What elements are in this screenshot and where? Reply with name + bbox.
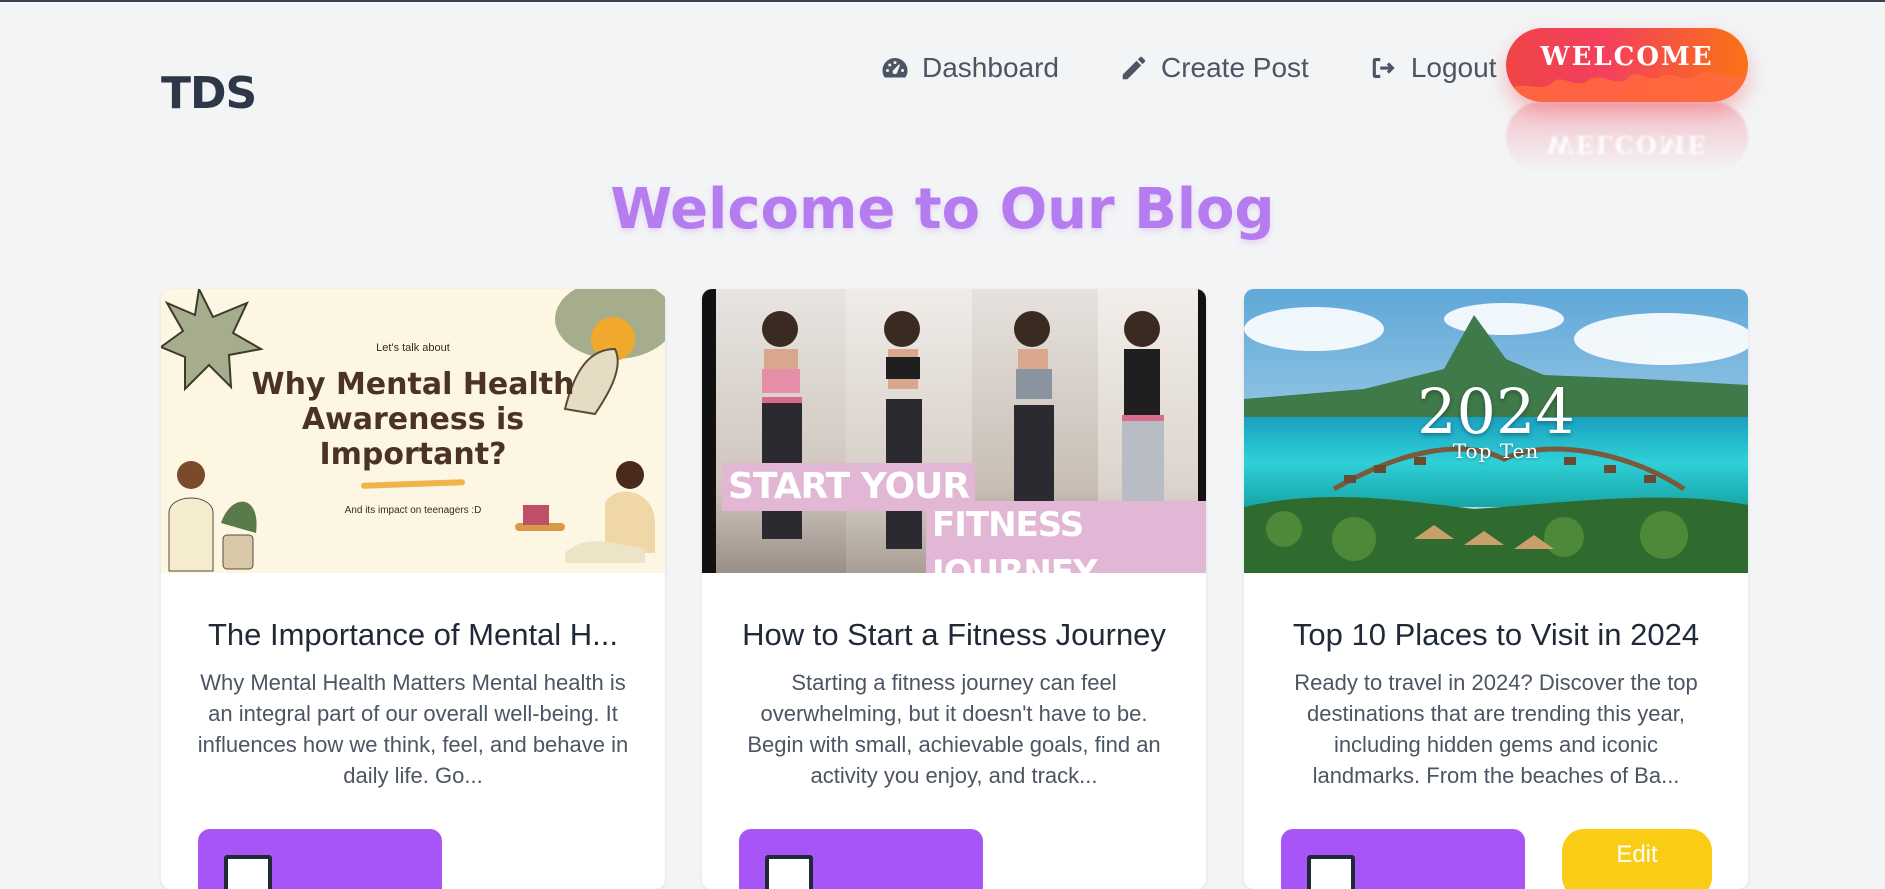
post-title[interactable]: Top 10 Places to Visit in 2024	[1280, 617, 1712, 653]
post-image-mental-health[interactable]: Let's talk about Why Mental Health Aware…	[161, 289, 665, 573]
post-excerpt: Why Mental Health Matters Mental health …	[197, 670, 629, 788]
post-card: 2024 Top Ten Top 10 Places to Visit in 2…	[1244, 289, 1748, 889]
read-more-button[interactable]	[739, 829, 983, 889]
read-more-button[interactable]	[198, 829, 442, 889]
post-title[interactable]: How to Start a Fitness Journey	[738, 617, 1170, 653]
read-more-button[interactable]	[1281, 829, 1525, 889]
post-excerpt: Ready to travel in 2024? Discover the to…	[1294, 670, 1698, 788]
dashboard-gauge-icon	[882, 58, 908, 78]
top-nav: Dashboard Create Post Logout	[880, 48, 1556, 88]
pencil-icon	[1122, 56, 1146, 80]
welcome-badge-reflection: WELCOME	[1506, 102, 1748, 172]
post-card: Let's talk about Why Mental Health Aware…	[161, 289, 665, 889]
nav-logout-label: Logout	[1410, 52, 1497, 83]
book-icon	[1307, 855, 1355, 889]
image-headline-line-3: Important?	[319, 437, 507, 472]
image-tag: Top Ten	[1452, 439, 1540, 463]
image-year: 2024	[1417, 375, 1575, 448]
page-title: Welcome to Our Blog	[610, 177, 1275, 242]
book-icon	[224, 855, 272, 889]
nav-dashboard[interactable]: Dashboard	[880, 52, 1059, 84]
post-card: START YOUR FITNESS JOURNEY How to Start …	[702, 289, 1206, 889]
book-icon	[765, 855, 813, 889]
image-headline-line-2: Awareness is	[301, 402, 525, 437]
site-logo[interactable]: TDS	[161, 68, 257, 119]
image-label-fitness: FITNESS JOURNEY	[926, 501, 1206, 573]
logout-icon	[1372, 58, 1395, 78]
nav-logout[interactable]: Logout	[1369, 52, 1497, 84]
welcome-badge-text: WELCOME	[1540, 42, 1714, 72]
post-title[interactable]: The Importance of Mental H...	[197, 617, 629, 653]
post-excerpt: Starting a fitness journey can feel over…	[747, 670, 1161, 788]
image-subline: And its impact on teenagers :D	[344, 505, 482, 516]
image-headline: Why Mental Health Awareness is Important…	[161, 367, 665, 472]
underline-stroke	[360, 479, 466, 489]
nav-create-post[interactable]: Create Post	[1119, 52, 1309, 84]
nav-create-post-label: Create Post	[1160, 52, 1309, 83]
image-kicker: Let's talk about	[376, 342, 450, 354]
nav-dashboard-label: Dashboard	[922, 52, 1059, 83]
image-headline-line-1: Why Mental Health	[251, 367, 575, 402]
welcome-reflection-text: WELCOME	[1546, 130, 1708, 159]
welcome-badge: WELCOME	[1506, 28, 1748, 102]
edit-button[interactable]: Edit	[1562, 829, 1712, 889]
post-image-travel[interactable]: 2024 Top Ten	[1244, 289, 1748, 573]
post-image-fitness[interactable]: START YOUR FITNESS JOURNEY	[702, 289, 1206, 573]
